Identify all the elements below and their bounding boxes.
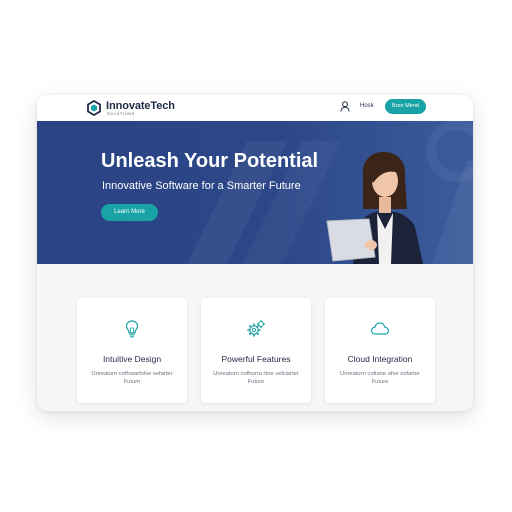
browser-window: InnovateTech SOLUTIONS Hosk Boor Mend Un… — [37, 95, 473, 411]
feature-title: Cloud Integration — [347, 354, 413, 364]
features-section: Intuitive Design Unreaturn cofhwarfolve … — [37, 264, 473, 411]
hero-subtitle: Innovative Software for a Smarter Future — [102, 180, 301, 192]
login-link[interactable]: Hosk — [360, 103, 374, 109]
gears-icon — [247, 319, 266, 337]
top-navbar: InnovateTech SOLUTIONS Hosk Boor Mend — [37, 95, 473, 121]
feature-description: Unreaturn cofhwarfolve sefarter Futurn — [91, 371, 173, 385]
hero-title: Unleash Your Potential — [101, 150, 319, 172]
hero-banner: Unleash Your Potential Innovative Softwa… — [37, 121, 473, 264]
cloud-icon — [370, 322, 390, 335]
hero-person-image — [326, 151, 423, 264]
feature-description: Unreaturn cofhurra rbre velciarter Futur… — [213, 371, 299, 385]
user-icon[interactable] — [340, 101, 350, 112]
feature-card-intuitive-design[interactable]: Intuitive Design Unreaturn cofhwarfolve … — [77, 298, 187, 403]
learn-more-button[interactable]: Learn More — [101, 204, 158, 221]
lightbulb-icon — [125, 320, 139, 338]
brand-tagline: SOLUTIONS — [107, 112, 135, 116]
brand-name: InnovateTech — [106, 100, 175, 112]
feature-card-cloud-integration[interactable]: Cloud Integration Unreaturn cofiane afve… — [325, 298, 435, 403]
hexagon-logo-icon — [87, 100, 101, 116]
feature-title: Intuitive Design — [102, 354, 162, 364]
feature-title: Powerful Features — [221, 354, 291, 364]
feature-description: Unreaturn cofiane afve sofarter Future — [340, 371, 420, 385]
feature-card-powerful-features[interactable]: Powerful Features Unreaturn cofhurra rbr… — [201, 298, 311, 403]
nav-cta-button[interactable]: Boor Mend — [385, 99, 426, 114]
